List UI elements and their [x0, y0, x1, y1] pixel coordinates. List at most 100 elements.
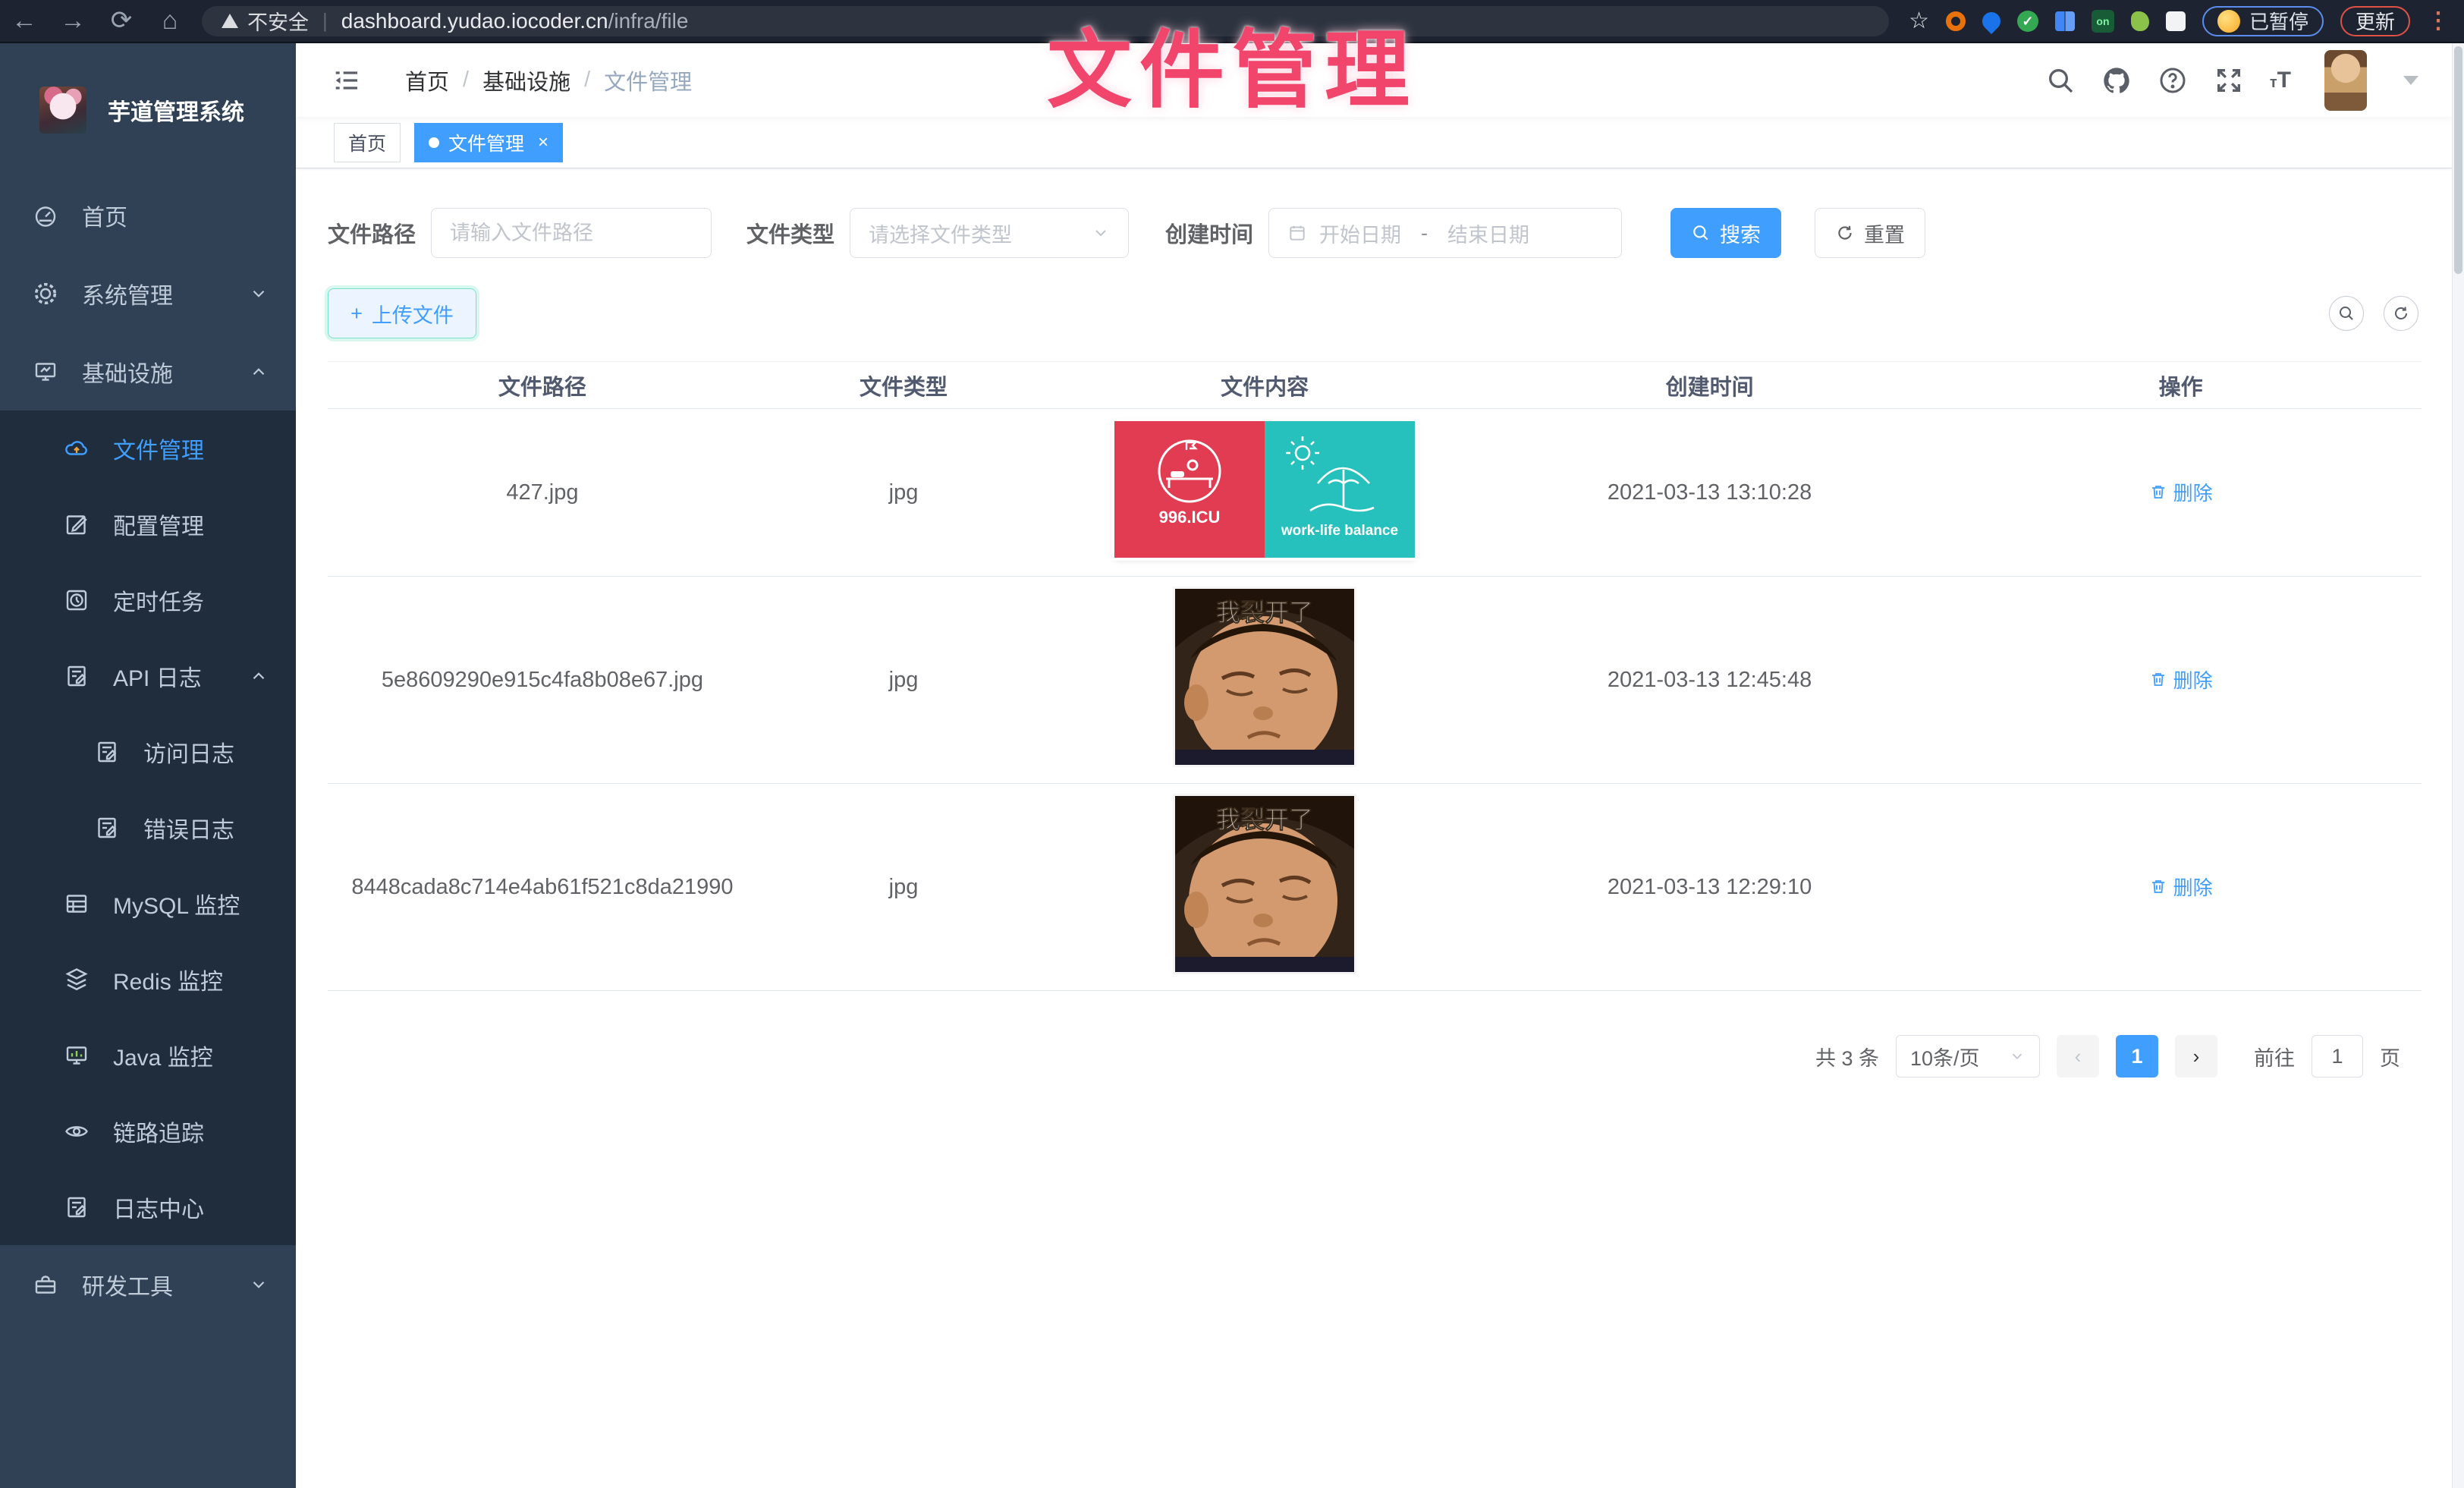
hamburger-icon[interactable] — [331, 65, 361, 96]
badge-balance-title: work-life balance — [1281, 523, 1398, 539]
tag-home[interactable]: 首页 — [334, 123, 401, 162]
refresh-table-button[interactable] — [2384, 296, 2418, 331]
prev-page-button[interactable]: ‹ — [2057, 1035, 2099, 1077]
sidebar-item-redis-monitor[interactable]: Redis 监控 — [0, 942, 296, 1018]
bookmark-star-icon[interactable]: ☆ — [1909, 8, 1929, 34]
profile-paused-badge[interactable]: 已暂停 — [2202, 6, 2324, 36]
delete-button[interactable]: 删除 — [2149, 665, 2213, 694]
search-icon[interactable] — [2045, 65, 2076, 96]
file-path-input[interactable] — [450, 222, 693, 245]
tag-label: 首页 — [348, 129, 386, 156]
address-bar[interactable]: 不安全 | dashboard.yudao.iocoder.cn /infra/… — [202, 6, 1889, 36]
browser-reload-icon[interactable]: ⟳ — [97, 0, 146, 42]
sidebar-item-java-monitor[interactable]: Java 监控 — [0, 1018, 296, 1093]
scrollbar-thumb[interactable] — [2454, 46, 2462, 274]
extension-icon-grid[interactable] — [2055, 11, 2075, 31]
page-size-select[interactable]: 10条/页 — [1896, 1035, 2040, 1077]
chevron-down-icon — [2009, 1048, 2026, 1065]
table-row: 8448cada8c714e4ab61f521c8da21990 jpg — [328, 784, 2422, 991]
delete-button[interactable]: 删除 — [2149, 873, 2213, 901]
badge-996-title: 996.ICU — [1159, 508, 1221, 527]
file-preview-meme-image[interactable]: 我裂开了 — [1175, 796, 1354, 972]
url-domain: dashboard.yudao.iocoder.cn — [341, 9, 608, 33]
security-label: 不安全 — [247, 6, 309, 36]
window-scrollbar[interactable] — [2452, 43, 2464, 1488]
help-icon[interactable] — [2158, 65, 2188, 96]
col-header-type: 文件类型 — [757, 362, 1050, 409]
file-preview-meme-image[interactable]: 我裂开了 — [1175, 589, 1354, 765]
date-range-picker[interactable]: 开始日期 - 结束日期 — [1268, 208, 1622, 258]
file-path-input-wrap — [431, 208, 712, 258]
chevron-down-icon — [249, 1275, 269, 1295]
trash-icon — [2149, 670, 2167, 688]
sidebar-item-label: 链路追踪 — [113, 1115, 204, 1148]
tag-file-management[interactable]: 文件管理 × — [414, 123, 563, 162]
extensions-puzzle-icon[interactable] — [2166, 11, 2186, 31]
file-preview-996icu-image[interactable]: 996.ICU work-life balance — [1114, 421, 1415, 558]
plus-icon: + — [350, 302, 363, 326]
sidebar-item-error-log[interactable]: 错误日志 — [0, 790, 296, 866]
sidebar-item-home[interactable]: 首页 — [0, 176, 296, 254]
next-page-button[interactable]: › — [2175, 1035, 2217, 1077]
delete-button[interactable]: 删除 — [2149, 478, 2213, 506]
extension-icon-pin[interactable] — [1978, 8, 2004, 34]
upload-file-button[interactable]: + 上传文件 — [328, 288, 476, 338]
sidebar-item-mysql-monitor[interactable]: MySQL 监控 — [0, 866, 296, 942]
breadcrumb-home[interactable]: 首页 — [405, 64, 449, 96]
extension-icon-orange[interactable] — [1946, 11, 1966, 31]
tag-label: 文件管理 — [448, 129, 524, 156]
cloud-upload-icon — [63, 435, 90, 462]
search-button[interactable]: 搜索 — [1670, 208, 1781, 258]
browser-back-icon[interactable]: ← — [0, 0, 49, 42]
cell-created: 2021-03-13 12:45:48 — [1479, 577, 1940, 784]
sidebar-item-job[interactable]: 定时任务 — [0, 562, 296, 638]
browser-update-button[interactable]: 更新 — [2340, 6, 2410, 36]
refresh-icon — [1835, 223, 1855, 243]
pagination: 共 3 条 10条/页 ‹ 1 › 前往 页 — [328, 1035, 2422, 1077]
browser-home-icon[interactable]: ⌂ — [146, 0, 194, 42]
reset-button[interactable]: 重置 — [1815, 208, 1925, 258]
cell-content: 我裂开了 — [1050, 784, 1479, 991]
sidebar-item-infra[interactable]: 基础设施 — [0, 332, 296, 411]
goto-page-input[interactable] — [2312, 1035, 2363, 1077]
sidebar-item-config[interactable]: 配置管理 — [0, 486, 296, 562]
table-header-row: 文件路径 文件类型 文件内容 创建时间 操作 — [328, 362, 2422, 409]
page-size-value: 10条/页 — [1910, 1042, 1980, 1071]
create-time-label: 创建时间 — [1165, 217, 1253, 249]
sidebar-item-api-log[interactable]: API 日志 — [0, 638, 296, 714]
browser-forward-icon[interactable]: → — [49, 0, 97, 42]
sidebar-item-access-log[interactable]: 访问日志 — [0, 714, 296, 790]
sidebar-item-label: 文件管理 — [113, 432, 204, 465]
extension-icon-on-badge[interactable]: on — [2092, 10, 2114, 33]
sidebar-item-file-management[interactable]: 文件管理 — [0, 411, 296, 486]
font-size-icon[interactable]: тT — [2270, 68, 2291, 93]
toggle-search-button[interactable] — [2329, 296, 2364, 331]
extension-icon-green-check[interactable]: ✓ — [2017, 11, 2038, 32]
url-path: /infra/file — [608, 9, 689, 33]
sidebar-item-label: 研发工具 — [82, 1268, 173, 1301]
sidebar-item-log-center[interactable]: 日志中心 — [0, 1169, 296, 1245]
sidebar-item-system[interactable]: 系统管理 — [0, 254, 296, 332]
current-page-button[interactable]: 1 — [2116, 1035, 2158, 1077]
url-divider: | — [322, 9, 328, 33]
app-logo-row[interactable]: 芋道管理系统 — [0, 43, 296, 176]
log-icon — [93, 814, 121, 842]
file-type-select[interactable]: 请选择文件类型 — [850, 208, 1129, 258]
content: 文件路径 文件类型 请选择文件类型 创建时间 开始日期 - 结束日期 — [296, 208, 2452, 1077]
tag-close-icon[interactable]: × — [538, 132, 548, 153]
fullscreen-icon[interactable] — [2214, 65, 2244, 96]
user-avatar[interactable] — [2324, 50, 2367, 111]
sidebar-item-dev-tools[interactable]: 研发工具 — [0, 1245, 296, 1323]
calendar-icon — [1287, 223, 1307, 243]
page-title-watermark: 文件管理 — [1047, 2, 1417, 124]
navbar-right: тT — [2045, 50, 2418, 111]
browser-menu-kebab-icon[interactable]: ⋮ — [2427, 8, 2450, 34]
app-logo — [39, 87, 86, 134]
extension-icon-leaf[interactable] — [2131, 11, 2149, 31]
github-icon[interactable] — [2101, 65, 2132, 96]
avatar-caret-icon[interactable] — [2403, 76, 2418, 85]
browser-toolbar-right: ☆ ✓ on 已暂停 更新 ⋮ — [1909, 6, 2464, 36]
sidebar-item-trace[interactable]: 链路追踪 — [0, 1093, 296, 1169]
toolbar-right-buttons — [2329, 296, 2422, 331]
chevron-up-icon — [249, 362, 269, 382]
